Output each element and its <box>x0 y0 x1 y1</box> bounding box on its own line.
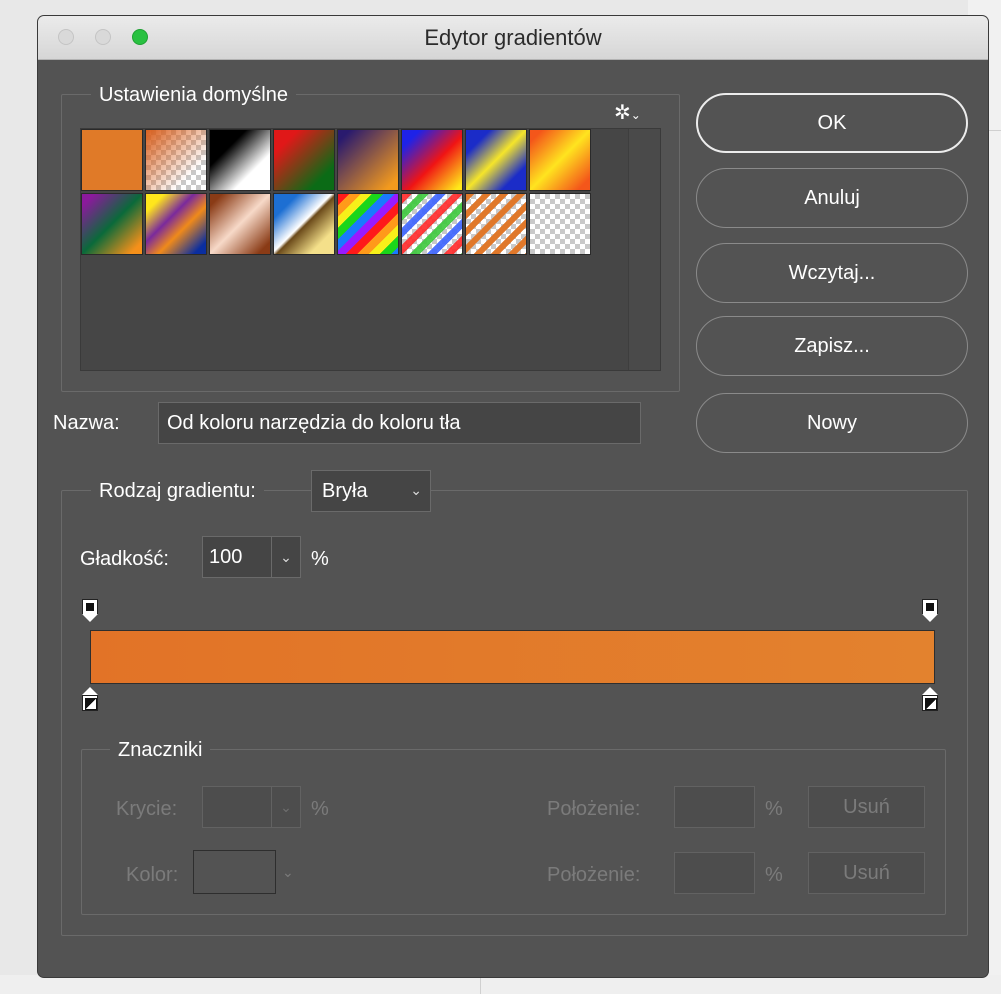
position-label-color: Położenie: <box>547 864 641 886</box>
background-app-bottom <box>0 975 1001 994</box>
swatch-orange-yellow-orange[interactable] <box>529 129 591 191</box>
position-label-opacity: Położenie: <box>547 798 641 820</box>
position-unit-opacity: % <box>765 798 783 820</box>
delete-color-stop-button[interactable]: Usuń <box>808 852 925 894</box>
opacity-unit: % <box>311 798 329 820</box>
chevron-down-icon: ⌄ <box>282 864 294 880</box>
position-input-color[interactable] <box>674 852 755 894</box>
color-swatch[interactable] <box>193 850 276 894</box>
opacity-dropdown[interactable]: ⌄ <box>271 786 301 828</box>
color-label: Kolor: <box>126 864 179 886</box>
delete-opacity-stop-button[interactable]: Usuń <box>808 786 925 828</box>
presets-label: Ustawienia domyślne <box>91 84 296 107</box>
chevron-down-icon: ⌄ <box>410 482 422 498</box>
presets-scrollbar[interactable] <box>628 129 660 370</box>
gradient-type-value: Bryła <box>322 480 368 502</box>
save-button[interactable]: Zapisz... <box>696 316 968 376</box>
opacity-input[interactable] <box>202 786 272 828</box>
swatch-blue-yellow-blue[interactable] <box>465 129 527 191</box>
cancel-button[interactable]: Anuluj <box>696 168 968 228</box>
swatch-fg-to-transparent[interactable] <box>145 129 207 191</box>
name-label: Nazwa: <box>53 412 120 434</box>
gradient-type-label: Rodzaj gradientu: <box>91 480 264 503</box>
color-stop-left[interactable] <box>81 687 99 711</box>
opacity-stop-left[interactable] <box>81 599 99 623</box>
window-title: Edytor gradientów <box>424 25 602 50</box>
chevron-down-icon: ⌄ <box>280 549 292 565</box>
position-unit-color: % <box>765 864 783 886</box>
swatch-yellow-violet-orange-blue[interactable] <box>145 193 207 255</box>
markers-label: Znaczniki <box>110 739 211 762</box>
smoothness-label: Gładkość: <box>80 548 169 570</box>
title-bar: Edytor gradientów <box>38 16 988 60</box>
gear-icon[interactable]: ✲⌄ <box>614 100 641 125</box>
smoothness-dropdown[interactable]: ⌄ <box>271 536 301 578</box>
name-field[interactable]: Od koloru narzędzia do koloru tła <box>158 402 641 444</box>
chevron-down-icon: ⌄ <box>280 799 292 815</box>
swatch-copper[interactable] <box>209 193 271 255</box>
opacity-stop-right[interactable] <box>921 599 939 623</box>
swatch-spectrum[interactable] <box>337 193 399 255</box>
swatch-red-green[interactable] <box>273 129 335 191</box>
gradient-type-select[interactable]: Bryła ⌄ <box>311 470 431 512</box>
swatch-transparent-empty[interactable] <box>529 193 591 255</box>
gradient-editor-dialog: Edytor gradientów Ustawienia domyślne ✲⌄… <box>38 16 988 977</box>
smoothness-unit: % <box>311 548 329 570</box>
swatch-transparent-rainbow[interactable] <box>401 193 463 255</box>
position-input-opacity[interactable] <box>674 786 755 828</box>
ok-button[interactable]: OK <box>696 93 968 153</box>
new-button[interactable]: Nowy <box>696 393 968 453</box>
swatch-fg-to-bg[interactable] <box>81 129 143 191</box>
swatch-blue-red-yellow[interactable] <box>401 129 463 191</box>
swatch-black-white[interactable] <box>209 129 271 191</box>
swatch-violet-green-orange[interactable] <box>81 193 143 255</box>
opacity-label: Krycie: <box>116 798 178 820</box>
gradient-preview-bar[interactable] <box>90 630 935 684</box>
swatch-transparent-stripes[interactable] <box>465 193 527 255</box>
swatch-violet-orange[interactable] <box>337 129 399 191</box>
load-button[interactable]: Wczytaj... <box>696 243 968 303</box>
swatch-chrome[interactable] <box>273 193 335 255</box>
smoothness-input[interactable]: 100 <box>202 536 272 578</box>
color-stop-right[interactable] <box>921 687 939 711</box>
